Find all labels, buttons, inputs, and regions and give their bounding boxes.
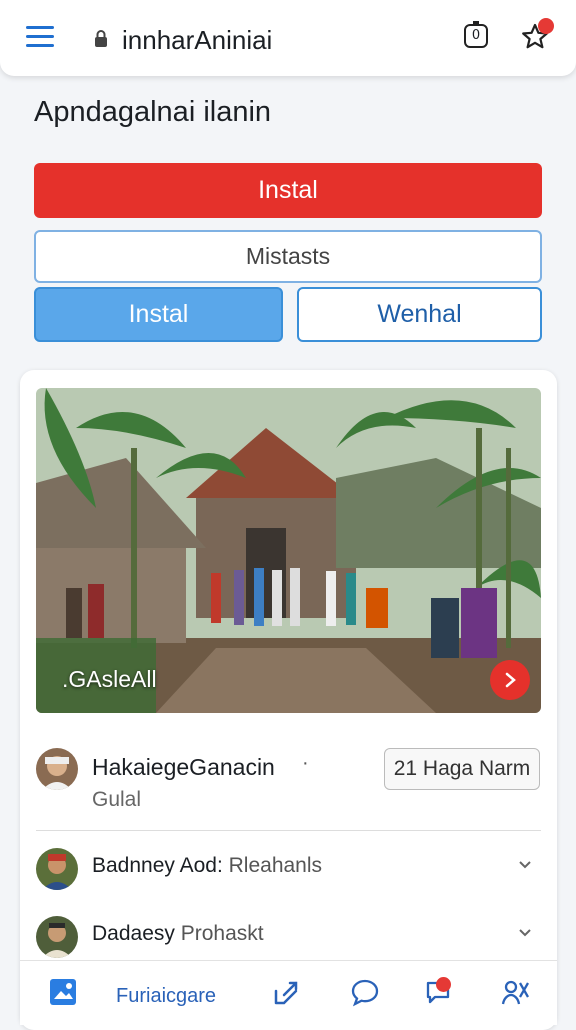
notification-dot	[538, 18, 554, 34]
secondary-button[interactable]: Mistasts	[34, 230, 542, 283]
list-item[interactable]: Badnney Aod: Rleahanls	[36, 840, 541, 896]
wenhal-button[interactable]: Wenhal	[297, 287, 542, 342]
village-photo-image	[36, 388, 541, 713]
url-text: innharAniniai	[122, 25, 273, 55]
item-label-secondary: Rleahanls	[228, 854, 323, 877]
address-bar[interactable]: innharAniniai	[82, 18, 442, 58]
share-icon[interactable]	[272, 977, 302, 1007]
separator-dot: ·	[302, 752, 309, 774]
list-item[interactable]: HakaiegeGanacin · Gulal 21 Haga Narm	[36, 742, 541, 822]
item-label-main: Badnney Aod:	[92, 854, 223, 877]
browser-topbar: innharAniniai 0	[0, 0, 576, 76]
next-button[interactable]	[490, 660, 530, 700]
chat-icon[interactable]	[350, 977, 380, 1007]
install-small-button[interactable]: Instal	[34, 287, 283, 342]
content-card: .GAsleAll HakaiegeGanacin · Gulal 21 Hag…	[20, 370, 557, 1030]
nav-label[interactable]: Furiaicgare	[116, 985, 216, 1008]
item-label: Dadaesy Prohaskt	[92, 922, 264, 946]
item-subtitle: Gulal	[92, 788, 142, 811]
page-title: Apndagalnai ilanin	[34, 96, 272, 128]
notification-badge	[436, 977, 451, 992]
chevron-down-icon[interactable]	[518, 928, 532, 938]
village-photo[interactable]: .GAsleAll	[36, 388, 541, 713]
photo-icon[interactable]	[48, 977, 78, 1007]
item-label-secondary: Prohaskt	[180, 922, 264, 945]
list-item[interactable]: Dadaesy Prohaskt	[36, 908, 541, 964]
chevron-down-icon[interactable]	[518, 860, 532, 870]
item-label: Badnney Aod: Rleahanls	[92, 854, 322, 878]
item-badge[interactable]: 21 Haga Narm	[384, 748, 540, 790]
install-button[interactable]: Instal	[34, 163, 542, 218]
avatar	[36, 916, 78, 958]
tabs-icon[interactable]: 0	[464, 21, 488, 48]
item-name: HakaiegeGanacin	[92, 754, 275, 780]
photo-caption: .GAsleAll	[62, 666, 157, 692]
divider	[36, 830, 541, 831]
bottom-navigation: Furiaicgare	[20, 960, 557, 1025]
avatar	[36, 748, 78, 790]
avatar	[36, 848, 78, 890]
chevron-right-icon	[505, 672, 516, 688]
item-label-main: Dadaesy	[92, 922, 175, 945]
menu-icon[interactable]	[26, 26, 54, 48]
people-icon[interactable]	[500, 977, 532, 1007]
lock-icon	[95, 30, 107, 47]
